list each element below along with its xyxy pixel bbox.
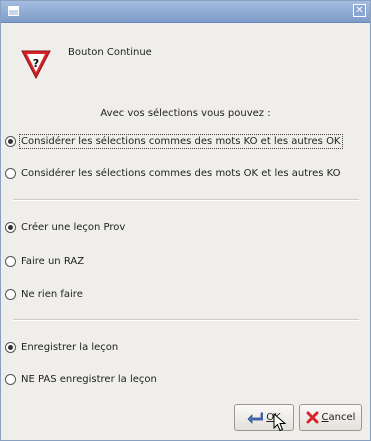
- title-bar[interactable]: ✕: [1, 1, 370, 23]
- radio-label: Considérer les sélections commes des mot…: [19, 133, 343, 149]
- close-button[interactable]: ✕: [353, 4, 366, 17]
- separator: [13, 199, 359, 201]
- radio-ko-others-ok[interactable]: Considérer les sélections commes des mot…: [5, 133, 343, 149]
- svg-text:?: ?: [33, 57, 39, 70]
- radio-button[interactable]: [5, 135, 16, 147]
- radio-create-lesson[interactable]: Créer une leçon Prov: [5, 219, 125, 235]
- radio-label: Faire un RAZ: [21, 255, 85, 267]
- cancel-label: Cancel: [321, 412, 356, 423]
- cancel-button[interactable]: Cancel: [299, 404, 362, 431]
- ok-arrow-icon: [247, 412, 264, 424]
- radio-do-nothing[interactable]: Ne rien faire: [5, 286, 83, 302]
- radio-label: Créer une leçon Prov: [21, 221, 126, 233]
- dialog-window: ✕ ? Bouton Continue Avec vos sélections …: [0, 0, 371, 441]
- dialog-title: Bouton Continue: [68, 47, 152, 58]
- cancel-icon: [306, 411, 319, 424]
- radio-save-lesson[interactable]: Enregistrer la leçon: [5, 339, 118, 355]
- radio-label: NE PAS enregistrer la leçon: [21, 373, 157, 385]
- radio-button[interactable]: [5, 373, 16, 385]
- options-heading: Avec vos sélections vous pouvez :: [100, 108, 271, 119]
- separator: [13, 319, 359, 321]
- radio-button[interactable]: [5, 288, 16, 300]
- radio-button[interactable]: [5, 221, 16, 233]
- mouse-pointer-icon: [273, 413, 287, 432]
- radio-reset[interactable]: Faire un RAZ: [5, 253, 84, 269]
- warning-question-icon: ?: [21, 50, 51, 80]
- dialog-content: ? Bouton Continue Avec vos sélections vo…: [1, 23, 370, 440]
- radio-dont-save-lesson[interactable]: NE PAS enregistrer la leçon: [5, 371, 157, 387]
- radio-label: Enregistrer la leçon: [21, 341, 119, 353]
- radio-button[interactable]: [5, 255, 16, 267]
- radio-button[interactable]: [5, 167, 16, 179]
- window-icon: [8, 6, 19, 16]
- radio-ok-others-ko[interactable]: Considérer les sélections commes des mot…: [5, 165, 341, 181]
- close-icon: ✕: [355, 5, 364, 16]
- radio-button[interactable]: [5, 341, 16, 353]
- radio-label: Considérer les sélections commes des mot…: [21, 167, 341, 179]
- radio-label: Ne rien faire: [21, 288, 83, 300]
